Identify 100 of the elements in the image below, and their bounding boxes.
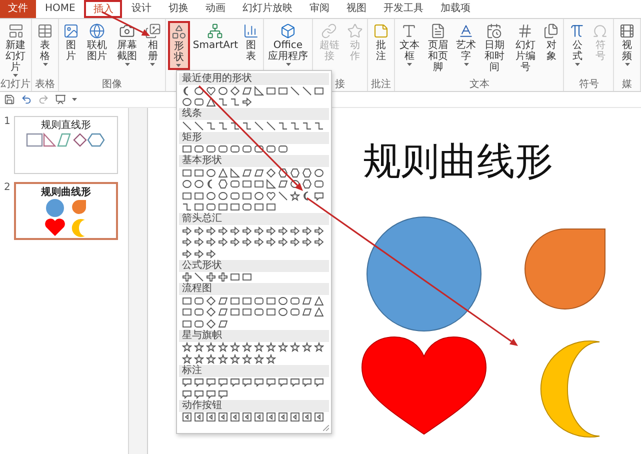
rectangle-icon[interactable] [182, 318, 192, 329]
right-triangle-icon[interactable] [230, 168, 240, 178]
action-button-icon[interactable] [230, 412, 240, 422]
ribbon-button[interactable]: 对象 [541, 21, 562, 75]
ellipse-icon[interactable] [278, 296, 288, 306]
line-icon[interactable] [194, 120, 204, 131]
arrow-icon[interactable] [206, 248, 216, 259]
arrow-icon[interactable] [254, 226, 264, 236]
rectangle-icon[interactable] [266, 86, 276, 96]
rectangle-icon[interactable] [242, 296, 252, 306]
star-icon[interactable] [218, 354, 228, 364]
arrow-icon[interactable] [266, 237, 276, 248]
rectangle-icon[interactable] [230, 307, 240, 318]
star-icon[interactable] [182, 354, 192, 364]
ribbon-button[interactable]: 公式 [566, 21, 588, 68]
star-icon[interactable] [314, 342, 324, 352]
action-button-icon[interactable] [266, 412, 276, 422]
star-icon[interactable] [254, 342, 264, 352]
arrow-icon[interactable] [314, 226, 324, 236]
arrow-icon[interactable] [194, 226, 204, 236]
elbow-connector-icon[interactable] [230, 120, 240, 131]
arrow-icon[interactable] [290, 237, 300, 248]
line-icon[interactable] [194, 272, 204, 282]
arrow-icon[interactable] [254, 237, 264, 248]
ribbon-button[interactable]: SmartArt [190, 21, 240, 70]
ribbon-button[interactable]: 日期和时间 [479, 21, 510, 75]
speech-bubble-icon[interactable] [218, 388, 228, 399]
rectangle-icon[interactable] [242, 179, 252, 190]
elbow-connector-icon[interactable] [278, 120, 288, 131]
rectangle-icon[interactable] [266, 202, 276, 212]
arrow-icon[interactable] [182, 226, 192, 236]
rectangle-icon[interactable] [182, 190, 192, 201]
ellipse-icon[interactable] [182, 97, 192, 108]
speech-bubble-icon[interactable] [182, 377, 192, 388]
arrow-icon[interactable] [230, 237, 240, 248]
ribbon-tab[interactable]: 加载项 [432, 0, 478, 18]
rectangle-icon[interactable] [278, 86, 288, 96]
action-button-icon[interactable] [290, 412, 300, 422]
parallelogram-icon[interactable] [302, 296, 312, 306]
save-icon[interactable] [4, 94, 15, 105]
star-icon[interactable] [266, 354, 276, 364]
rounded-rectangle-icon[interactable] [254, 296, 264, 306]
rounded-rectangle-icon[interactable] [242, 202, 252, 212]
rectangle-icon[interactable] [182, 296, 192, 306]
right-triangle-icon[interactable] [254, 86, 264, 96]
speech-bubble-icon[interactable] [278, 377, 288, 388]
ellipse-icon[interactable] [194, 179, 204, 190]
arrow-icon[interactable] [242, 237, 252, 248]
ellipse-icon[interactable] [194, 86, 204, 96]
arrow-icon[interactable] [218, 226, 228, 236]
speech-bubble-icon[interactable] [254, 377, 264, 388]
rounded-rectangle-icon[interactable] [254, 144, 264, 154]
star-icon[interactable] [194, 342, 204, 352]
rectangle-icon[interactable] [242, 272, 252, 282]
triangle-icon[interactable] [314, 296, 324, 306]
arrow-icon[interactable] [206, 237, 216, 248]
speech-bubble-icon[interactable] [242, 377, 252, 388]
rounded-rectangle-icon[interactable] [230, 190, 240, 201]
ribbon-tab[interactable]: 开发工具 [375, 0, 432, 18]
ribbon-button[interactable]: 形状 [168, 21, 190, 70]
rectangle-icon[interactable] [194, 168, 204, 178]
rounded-rectangle-icon[interactable] [194, 296, 204, 306]
speech-bubble-icon[interactable] [206, 377, 216, 388]
star-icon[interactable] [242, 342, 252, 352]
ribbon-button[interactable]: 相册 [142, 21, 163, 68]
action-button-icon[interactable] [218, 412, 228, 422]
elbow-connector-icon[interactable] [182, 202, 192, 212]
ribbon-button[interactable]: 批注 [370, 21, 392, 64]
star-icon[interactable] [290, 190, 300, 201]
rounded-rectangle-icon[interactable] [218, 144, 228, 154]
star-icon[interactable] [302, 342, 312, 352]
star-icon[interactable] [278, 342, 288, 352]
parallelogram-icon[interactable] [302, 307, 312, 318]
hexagon-icon[interactable] [218, 179, 228, 190]
arrow-icon[interactable] [302, 237, 312, 248]
parallelogram-icon[interactable] [278, 179, 288, 190]
rectangle-icon[interactable] [242, 190, 252, 201]
resize-grip-icon[interactable] [323, 425, 329, 431]
speech-bubble-icon[interactable] [182, 388, 192, 399]
ellipse-icon[interactable] [278, 307, 288, 318]
file-tab[interactable]: 文件 [0, 0, 36, 18]
rounded-rectangle-icon[interactable] [230, 179, 240, 190]
action-button-icon[interactable] [206, 412, 216, 422]
ribbon-button[interactable]: Office 应用程序 [266, 21, 310, 68]
ellipse-icon[interactable] [218, 86, 228, 96]
elbow-connector-icon[interactable] [290, 120, 300, 131]
ribbon-button[interactable]: 艺术字 [454, 21, 478, 75]
ribbon-tab[interactable]: HOME [37, 0, 84, 18]
elbow-connector-icon[interactable] [230, 97, 240, 108]
line-icon[interactable] [278, 190, 288, 201]
ribbon-tab[interactable]: 切换 [160, 0, 196, 18]
arrow-icon[interactable] [266, 226, 276, 236]
ribbon-button[interactable]: 联机图片 [82, 21, 112, 68]
speech-bubble-icon[interactable] [302, 377, 312, 388]
action-button-icon[interactable] [254, 412, 264, 422]
elbow-connector-icon[interactable] [314, 120, 324, 131]
hexagon-icon[interactable] [290, 168, 300, 178]
rounded-rectangle-icon[interactable] [314, 179, 324, 190]
line-icon[interactable] [290, 86, 300, 96]
hexagon-icon[interactable] [278, 168, 288, 178]
